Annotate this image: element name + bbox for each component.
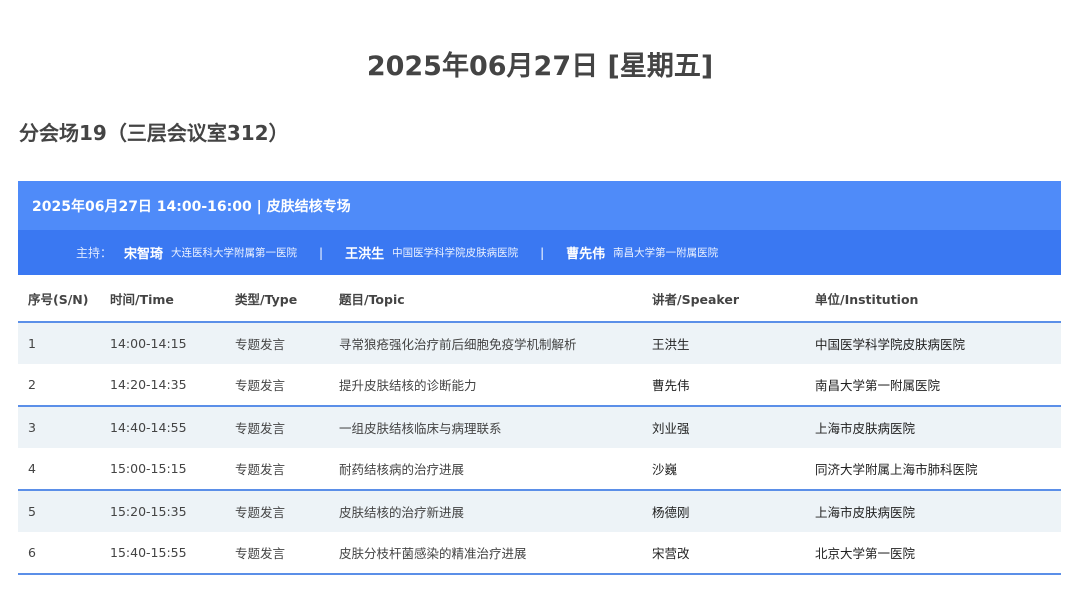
cell-speaker: 王洪生 <box>642 322 805 364</box>
host-label: 主持： <box>76 246 113 260</box>
cell-speaker: 杨德刚 <box>642 490 805 532</box>
cell-speaker: 宋营改 <box>642 532 805 575</box>
cell-institution: 同济大学附属上海市肺科医院 <box>805 448 1061 491</box>
schedule-table: 序号(S/N) 时间/Time 类型/Type 题目/Topic 讲者/Spea… <box>18 275 1061 575</box>
table-row: 3 14:40-14:55 专题发言 一组皮肤结核临床与病理联系 刘业强 上海市… <box>18 406 1061 448</box>
cell-topic: 耐药结核病的治疗进展 <box>329 448 642 491</box>
host-name: 王洪生 <box>345 247 385 262</box>
column-header-sn: 序号(S/N) <box>18 275 100 323</box>
host-name: 曹先伟 <box>566 247 606 262</box>
cell-time: 15:00-15:15 <box>100 448 225 491</box>
column-header-speaker: 讲者/Speaker <box>642 275 805 323</box>
cell-institution: 中国医学科学院皮肤病医院 <box>805 322 1061 364</box>
cell-type: 专题发言 <box>225 406 329 448</box>
table-header-row: 序号(S/N) 时间/Time 类型/Type 题目/Topic 讲者/Spea… <box>18 275 1061 323</box>
host-name: 宋智琦 <box>124 247 164 262</box>
session-panel: 2025年06月27日 14:00-16:00 | 皮肤结核专场 主持： 宋智琦… <box>18 181 1061 575</box>
cell-type: 专题发言 <box>225 532 329 575</box>
cell-sn: 2 <box>18 364 100 407</box>
cell-speaker: 刘业强 <box>642 406 805 448</box>
cell-institution: 北京大学第一医院 <box>805 532 1061 575</box>
cell-topic: 一组皮肤结核临床与病理联系 <box>329 406 642 448</box>
cell-sn: 1 <box>18 322 100 364</box>
column-header-institution: 单位/Institution <box>805 275 1061 323</box>
host-bar: 主持： 宋智琦 大连医科大学附属第一医院 | 王洪生 中国医学科学院皮肤病医院 … <box>18 230 1061 275</box>
host-institution: 大连医科大学附属第一医院 <box>171 247 298 259</box>
cell-speaker: 沙巍 <box>642 448 805 491</box>
table-row: 2 14:20-14:35 专题发言 提升皮肤结核的诊断能力 曹先伟 南昌大学第… <box>18 364 1061 407</box>
cell-institution: 上海市皮肤病医院 <box>805 490 1061 532</box>
table-row: 1 14:00-14:15 专题发言 寻常狼疮强化治疗前后细胞免疫学机制解析 王… <box>18 322 1061 364</box>
column-header-type: 类型/Type <box>225 275 329 323</box>
cell-time: 14:20-14:35 <box>100 364 225 407</box>
host-institution: 南昌大学第一附属医院 <box>613 247 719 259</box>
cell-sn: 3 <box>18 406 100 448</box>
cell-sn: 5 <box>18 490 100 532</box>
cell-type: 专题发言 <box>225 364 329 407</box>
cell-type: 专题发言 <box>225 322 329 364</box>
page-date-title: 2025年06月27日 [星期五] <box>366 51 714 82</box>
cell-type: 专题发言 <box>225 448 329 491</box>
cell-topic: 提升皮肤结核的诊断能力 <box>329 364 642 407</box>
venue-title: 分会场19（三层会议室312） <box>19 121 289 145</box>
column-header-time: 时间/Time <box>100 275 225 323</box>
cell-topic: 寻常狼疮强化治疗前后细胞免疫学机制解析 <box>329 322 642 364</box>
column-header-topic: 题目/Topic <box>329 275 642 323</box>
cell-type: 专题发言 <box>225 490 329 532</box>
host-separator: | <box>319 245 324 260</box>
cell-time: 14:40-14:55 <box>100 406 225 448</box>
cell-time: 14:00-14:15 <box>100 322 225 364</box>
cell-speaker: 曹先伟 <box>642 364 805 407</box>
host-separator: | <box>540 245 545 260</box>
host-institution: 中国医学科学院皮肤病医院 <box>392 247 519 259</box>
table-row: 5 15:20-15:35 专题发言 皮肤结核的治疗新进展 杨德刚 上海市皮肤病… <box>18 490 1061 532</box>
cell-institution: 南昌大学第一附属医院 <box>805 364 1061 407</box>
cell-institution: 上海市皮肤病医院 <box>805 406 1061 448</box>
cell-sn: 4 <box>18 448 100 491</box>
session-header: 2025年06月27日 14:00-16:00 | 皮肤结核专场 <box>18 181 1061 230</box>
cell-time: 15:20-15:35 <box>100 490 225 532</box>
cell-time: 15:40-15:55 <box>100 532 225 575</box>
table-row: 6 15:40-15:55 专题发言 皮肤分枝杆菌感染的精准治疗进展 宋营改 北… <box>18 532 1061 575</box>
table-row: 4 15:00-15:15 专题发言 耐药结核病的治疗进展 沙巍 同济大学附属上… <box>18 448 1061 491</box>
cell-topic: 皮肤结核的治疗新进展 <box>329 490 642 532</box>
cell-topic: 皮肤分枝杆菌感染的精准治疗进展 <box>329 532 642 575</box>
cell-sn: 6 <box>18 532 100 575</box>
